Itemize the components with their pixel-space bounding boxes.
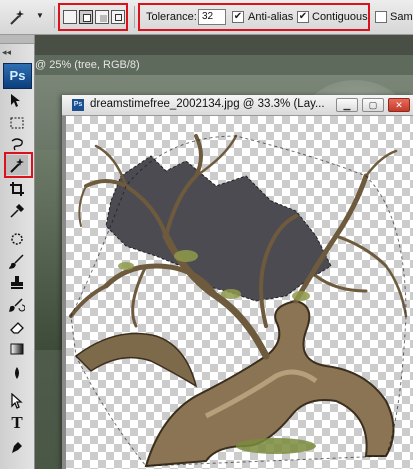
sample-all-layers-checkbox[interactable] xyxy=(375,11,387,23)
add-selection-glyph xyxy=(83,14,91,22)
move-icon xyxy=(11,94,20,107)
intersect-selection-button[interactable] xyxy=(111,10,125,24)
pen-tool[interactable] xyxy=(6,437,28,457)
close-button[interactable]: ✕ xyxy=(388,98,410,112)
contiguous-checkbox[interactable]: ✔ xyxy=(297,11,309,23)
crop-icon xyxy=(10,182,24,196)
eraser-icon xyxy=(10,322,24,334)
tool-preset-picker[interactable]: ▼ xyxy=(8,8,48,26)
move-tool[interactable] xyxy=(6,91,28,111)
clone-stamp-tool[interactable] xyxy=(6,273,28,293)
photoshop-logo: Ps xyxy=(3,63,32,89)
separator xyxy=(134,6,135,28)
magic-wand-icon xyxy=(10,10,24,25)
eyedropper-tool[interactable] xyxy=(6,201,28,221)
chevron-down-icon: ▼ xyxy=(36,11,44,20)
panel-collapse-icon[interactable]: ◂◂ xyxy=(2,47,11,58)
dodge-icon xyxy=(15,367,19,379)
document-icon: Ps xyxy=(72,99,84,111)
path-select-icon xyxy=(11,393,23,409)
options-bar: ▼ Tolerance: 32 ✔ Anti-alias ✔ Contiguou… xyxy=(0,0,413,35)
healing-tool[interactable] xyxy=(6,229,28,249)
sample-all-layers-label: Sampl xyxy=(390,11,413,23)
new-selection-button[interactable] xyxy=(63,10,77,24)
tool-panel: ◂◂ Ps T xyxy=(0,35,35,469)
minimize-button[interactable]: ▁ xyxy=(336,98,358,112)
separator xyxy=(54,6,55,28)
healing-icon xyxy=(11,233,23,245)
maximize-icon: ▢ xyxy=(368,100,378,110)
eraser-tool[interactable] xyxy=(6,317,28,337)
background-document-title[interactable]: @ 25% (tree, RGB/8) xyxy=(35,55,413,75)
close-icon: ✕ xyxy=(395,100,403,110)
marquee-tool[interactable] xyxy=(6,113,28,133)
intersect-selection-glyph xyxy=(115,14,122,21)
gradient-icon xyxy=(10,343,24,355)
anti-alias-checkbox[interactable]: ✔ xyxy=(232,11,244,23)
subtract-selection-glyph xyxy=(100,15,107,22)
lasso-icon xyxy=(11,138,23,151)
document-title: dreamstimefree_2002134.jpg @ 33.3% (Lay.… xyxy=(90,98,325,110)
magic-wand-tool[interactable] xyxy=(6,155,28,175)
trunk-lower xyxy=(74,332,198,388)
document-titlebar[interactable]: Ps dreamstimefree_2002134.jpg @ 33.3% (L… xyxy=(62,95,413,116)
magic-wand-icon xyxy=(10,158,24,173)
crop-tool[interactable] xyxy=(6,179,28,199)
background-document-title-text: @ 25% (tree, RGB/8) xyxy=(35,59,140,71)
path-select-tool[interactable] xyxy=(6,391,28,411)
marquee-icon xyxy=(10,117,24,129)
maximize-button[interactable]: ▢ xyxy=(362,98,384,112)
add-to-selection-button[interactable] xyxy=(79,10,93,24)
brush-icon xyxy=(9,254,24,269)
type-icon: T xyxy=(11,413,23,432)
dodge-tool[interactable] xyxy=(6,363,28,383)
contiguous-label: Contiguous xyxy=(312,11,368,23)
document-canvas[interactable] xyxy=(66,116,413,469)
checkmark-icon: ✔ xyxy=(233,11,243,22)
subtract-from-selection-button[interactable] xyxy=(95,10,109,24)
minimize-icon: ▁ xyxy=(343,100,351,110)
tolerance-label: Tolerance: xyxy=(146,11,197,23)
pen-icon xyxy=(12,442,22,453)
history-brush-tool[interactable] xyxy=(6,295,28,315)
panel-grip[interactable] xyxy=(0,35,34,44)
eyedropper-icon xyxy=(10,203,25,218)
history-brush-icon xyxy=(9,298,25,312)
anti-alias-label: Anti-alias xyxy=(248,11,294,23)
gradient-tool[interactable] xyxy=(6,339,28,359)
tolerance-input[interactable]: 32 xyxy=(198,9,226,25)
type-tool[interactable]: T xyxy=(6,413,28,433)
tree-image xyxy=(69,134,408,468)
document-window: Ps dreamstimefree_2002134.jpg @ 33.3% (L… xyxy=(62,95,413,469)
clone-stamp-icon xyxy=(11,276,23,289)
brush-tool[interactable] xyxy=(6,251,28,271)
background-shadow xyxy=(35,150,63,350)
checkmark-icon: ✔ xyxy=(298,11,308,22)
